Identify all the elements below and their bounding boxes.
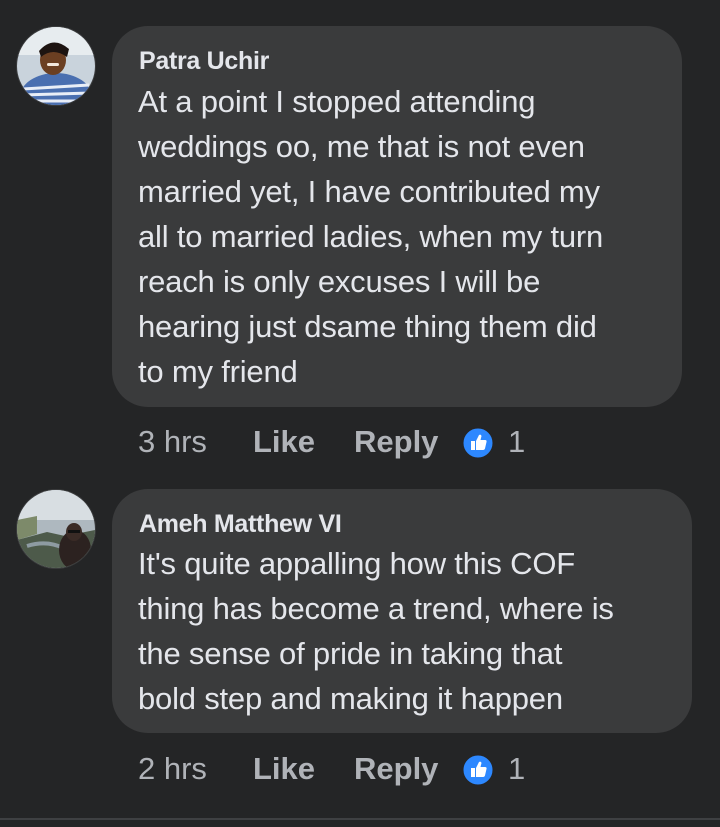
comments-thread: Patra Uchir At a point I stopped attendi…	[0, 0, 720, 827]
comment-text: It's quite appalling how this COF thing …	[138, 546, 614, 716]
avatar-ameh-matthew-vi[interactable]	[16, 489, 96, 569]
divider	[0, 818, 720, 820]
comment-author[interactable]: Ameh Matthew VI	[139, 510, 342, 539]
comment-timestamp[interactable]: 2 hrs	[138, 751, 207, 787]
reply-button[interactable]: Reply	[354, 424, 438, 460]
avatar-patra-uchir[interactable]	[16, 26, 96, 106]
like-reaction-icon[interactable]	[462, 427, 494, 459]
like-reaction-icon[interactable]	[462, 754, 494, 786]
reaction-count[interactable]: 1	[508, 751, 525, 787]
comment-text: At a point I stopped attending weddings …	[138, 84, 604, 389]
comment-bubble: Patra Uchir At a point I stopped attendi…	[112, 26, 682, 407]
like-button[interactable]: Like	[253, 424, 315, 460]
like-button[interactable]: Like	[253, 751, 315, 787]
comment-author[interactable]: Patra Uchir	[139, 47, 269, 76]
comment-bubble: Ameh Matthew VI It's quite appalling how…	[112, 489, 692, 733]
comment-timestamp[interactable]: 3 hrs	[138, 424, 207, 460]
reply-button[interactable]: Reply	[354, 751, 438, 787]
reaction-count[interactable]: 1	[508, 424, 525, 460]
